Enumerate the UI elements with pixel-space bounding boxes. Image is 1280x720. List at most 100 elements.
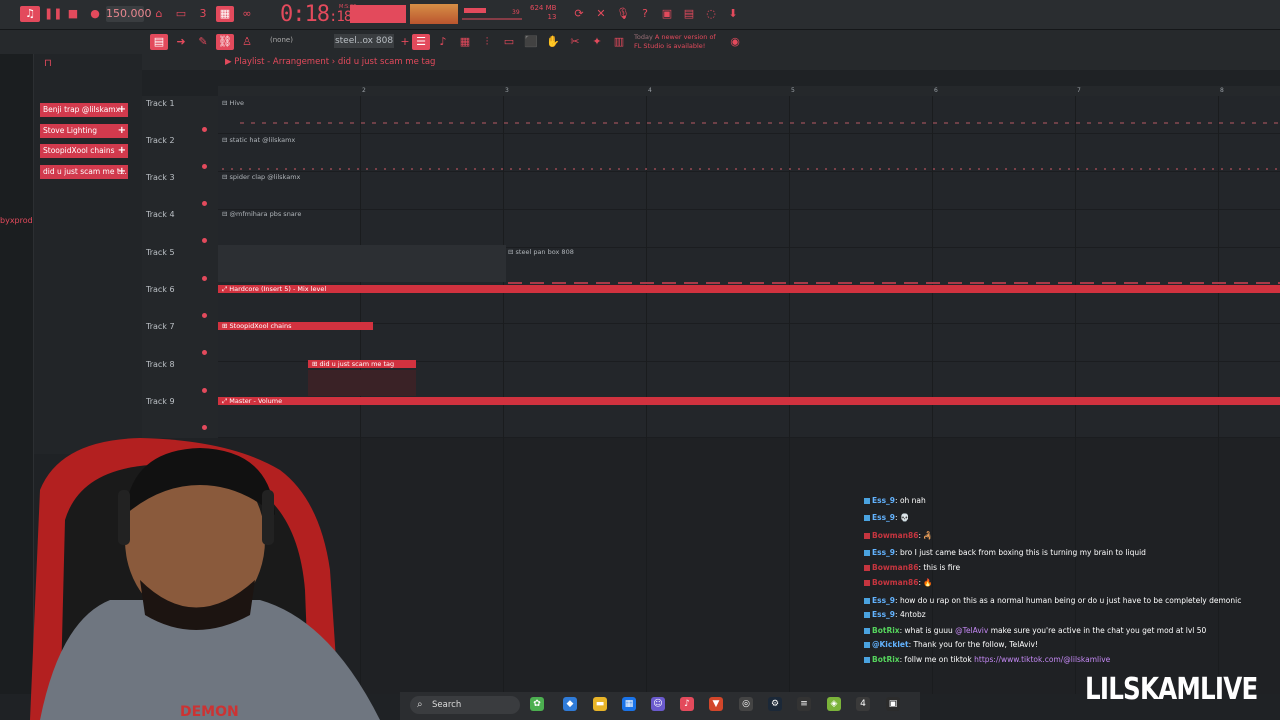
audio-clip[interactable]: ⊞ did u just scam me tag [308, 360, 416, 368]
bar-number: 2 [362, 87, 366, 94]
download-icon[interactable]: ⬇ [724, 6, 742, 22]
audio-input-icon[interactable]: 🎙 [614, 6, 632, 22]
mixer-icon[interactable]: ⫶ [478, 34, 496, 50]
wait-input-icon[interactable]: ▭ [172, 6, 190, 22]
transport-bar: ♫ ❚❚ ■ ● 150.000 ⌂ ▭ 3 ▦ ∞ 0:18:18 M:S:C… [0, 0, 1280, 30]
step-edit-button[interactable]: ▦ [216, 6, 234, 22]
store-icon[interactable]: ▦ [622, 697, 636, 711]
paint-icon[interactable]: ♙ [238, 34, 256, 50]
pattern-none-label: (none) [270, 36, 293, 44]
track-mute-led[interactable] [202, 164, 207, 169]
search-icon: ⌕ [417, 699, 423, 710]
webcam-feed: DEMON [30, 438, 380, 720]
timeline-ruler[interactable] [218, 86, 1280, 96]
blend-notes-icon[interactable]: ∞ [238, 6, 256, 22]
arrow-icon[interactable]: ➜ [172, 34, 190, 50]
playlist-icon[interactable]: ☰ [412, 34, 430, 50]
taskbar-search[interactable]: ⌕ Search [410, 696, 520, 714]
track-name[interactable]: Track 7 [146, 322, 175, 331]
automation-clip[interactable]: ⤢ Master - Volume [218, 397, 1280, 405]
track-mute-led[interactable] [202, 276, 207, 281]
chat-message: Ess_9: oh nah [864, 496, 926, 505]
track-mute-led[interactable] [202, 350, 207, 355]
track-mute-led[interactable] [202, 238, 207, 243]
chat-icon[interactable]: ◌ [702, 6, 720, 22]
picker-clip[interactable]: Stove Lighting + [40, 124, 128, 138]
shop-icon[interactable]: ▥ [610, 34, 628, 50]
track-name[interactable]: Track 4 [146, 210, 175, 219]
wand-icon[interactable]: ✦ [588, 34, 606, 50]
clip-label[interactable]: ⊟ @mfmihara pbs snare [222, 210, 301, 218]
plugin-icon[interactable]: ⬛ [522, 34, 540, 50]
panic-icon[interactable]: ✕ [592, 6, 610, 22]
memory-display: 624 MB 13 [530, 4, 557, 21]
oscilloscope [410, 4, 458, 24]
pattern-mode-button[interactable]: ▤ [150, 34, 168, 50]
sync-icon[interactable]: ⟳ [570, 6, 588, 22]
track-mute-led[interactable] [202, 313, 207, 318]
track-name[interactable]: Track 6 [146, 285, 175, 294]
explorer-icon[interactable]: ▬ [593, 697, 607, 711]
touch-icon[interactable]: ✋ [544, 34, 562, 50]
track-name[interactable]: Track 9 [146, 397, 175, 406]
fl-studio-window: { "transport": { "tempo": "150.000", "so… [0, 0, 1280, 720]
brave-icon[interactable]: ▼ [709, 697, 723, 711]
cpu-graph: 39 [462, 8, 522, 20]
discord-icon[interactable]: ☺ [651, 697, 665, 711]
browser-icon[interactable]: ▭ [500, 34, 518, 50]
track-mute-led[interactable] [202, 201, 207, 206]
track-mute-led[interactable] [202, 127, 207, 132]
bar-number: 5 [791, 87, 795, 94]
clip-label[interactable]: ⊟ Hive [222, 99, 244, 107]
app-icon[interactable]: ✿ [530, 697, 544, 711]
tools-icon[interactable]: ✂ [566, 34, 584, 50]
clip-label[interactable]: ⊟ static hat @lilskamx [222, 136, 295, 144]
magnet-icon[interactable]: ⊓ [44, 58, 52, 69]
clip-label[interactable]: ⊟ steel pan box 808 [508, 248, 574, 256]
chat-message: Bowman86: 🔥 [864, 578, 933, 587]
picker-clip[interactable]: StoopidXool chains + [40, 144, 128, 158]
link-icon[interactable]: ⛓ [216, 34, 234, 50]
news-panel[interactable]: Today A newer version of FL Studio is ava… [634, 33, 716, 51]
metronome-icon[interactable]: ⌂ [150, 6, 168, 22]
track-name[interactable]: Track 8 [146, 360, 175, 369]
app-icon[interactable]: 4 [856, 697, 870, 711]
clip-block[interactable] [218, 245, 506, 282]
picker-clip[interactable]: Benji trap @lilskamx + [40, 103, 128, 117]
piano-roll-icon[interactable]: ♪ [434, 34, 452, 50]
countdown-icon[interactable]: 3 [194, 6, 212, 22]
app-icon[interactable]: ▣ [886, 697, 900, 711]
bar-number: 8 [1220, 87, 1224, 94]
chat-message: Bowman86: 🦂 [864, 531, 933, 540]
fl-studio-icon[interactable]: ♪ [680, 697, 694, 711]
render-icon[interactable]: ▤ [680, 6, 698, 22]
clip-label[interactable]: ⊟ spider clap @lilskamx [222, 173, 300, 181]
pencil-icon[interactable]: ✎ [194, 34, 212, 50]
track-mute-led[interactable] [202, 388, 207, 393]
globe-icon[interactable]: ◉ [726, 34, 744, 50]
copilot-icon[interactable]: ◆ [563, 697, 577, 711]
app-icon[interactable]: ◈ [827, 697, 841, 711]
record-button[interactable]: ● [86, 6, 104, 22]
track-name[interactable]: Track 1 [146, 99, 175, 108]
channel-rack-icon[interactable]: ▦ [456, 34, 474, 50]
automation-clip[interactable]: ⤢ Hardcore (Insert 5) - Mix level [218, 285, 1280, 293]
song-mode-button[interactable]: ♫ [20, 6, 40, 22]
chat-message: BotRix: follw me on tiktok https://www.t… [864, 655, 1110, 664]
stop-button[interactable]: ■ [64, 6, 82, 22]
browser-item-label[interactable]: byxprod [0, 216, 33, 225]
picker-clip[interactable]: did u just scam me t... + [40, 165, 128, 179]
audio-clip[interactable]: ⊞ StoopidXool chains [218, 322, 373, 330]
obs-icon[interactable]: ◎ [739, 697, 753, 711]
steam-icon[interactable]: ⚙ [768, 697, 782, 711]
track-name[interactable]: Track 2 [146, 136, 175, 145]
save-icon[interactable]: ▣ [658, 6, 676, 22]
app-icon[interactable]: ≡ [797, 697, 811, 711]
tempo-display[interactable]: 150.000 [106, 6, 152, 22]
track-name[interactable]: Track 3 [146, 173, 175, 182]
pattern-selector[interactable]: steel..ox 808 [334, 34, 394, 48]
peak-meter [350, 5, 406, 23]
help-icon[interactable]: ? [636, 6, 654, 22]
track-name[interactable]: Track 5 [146, 248, 175, 257]
pause-button[interactable]: ❚❚ [44, 6, 62, 22]
